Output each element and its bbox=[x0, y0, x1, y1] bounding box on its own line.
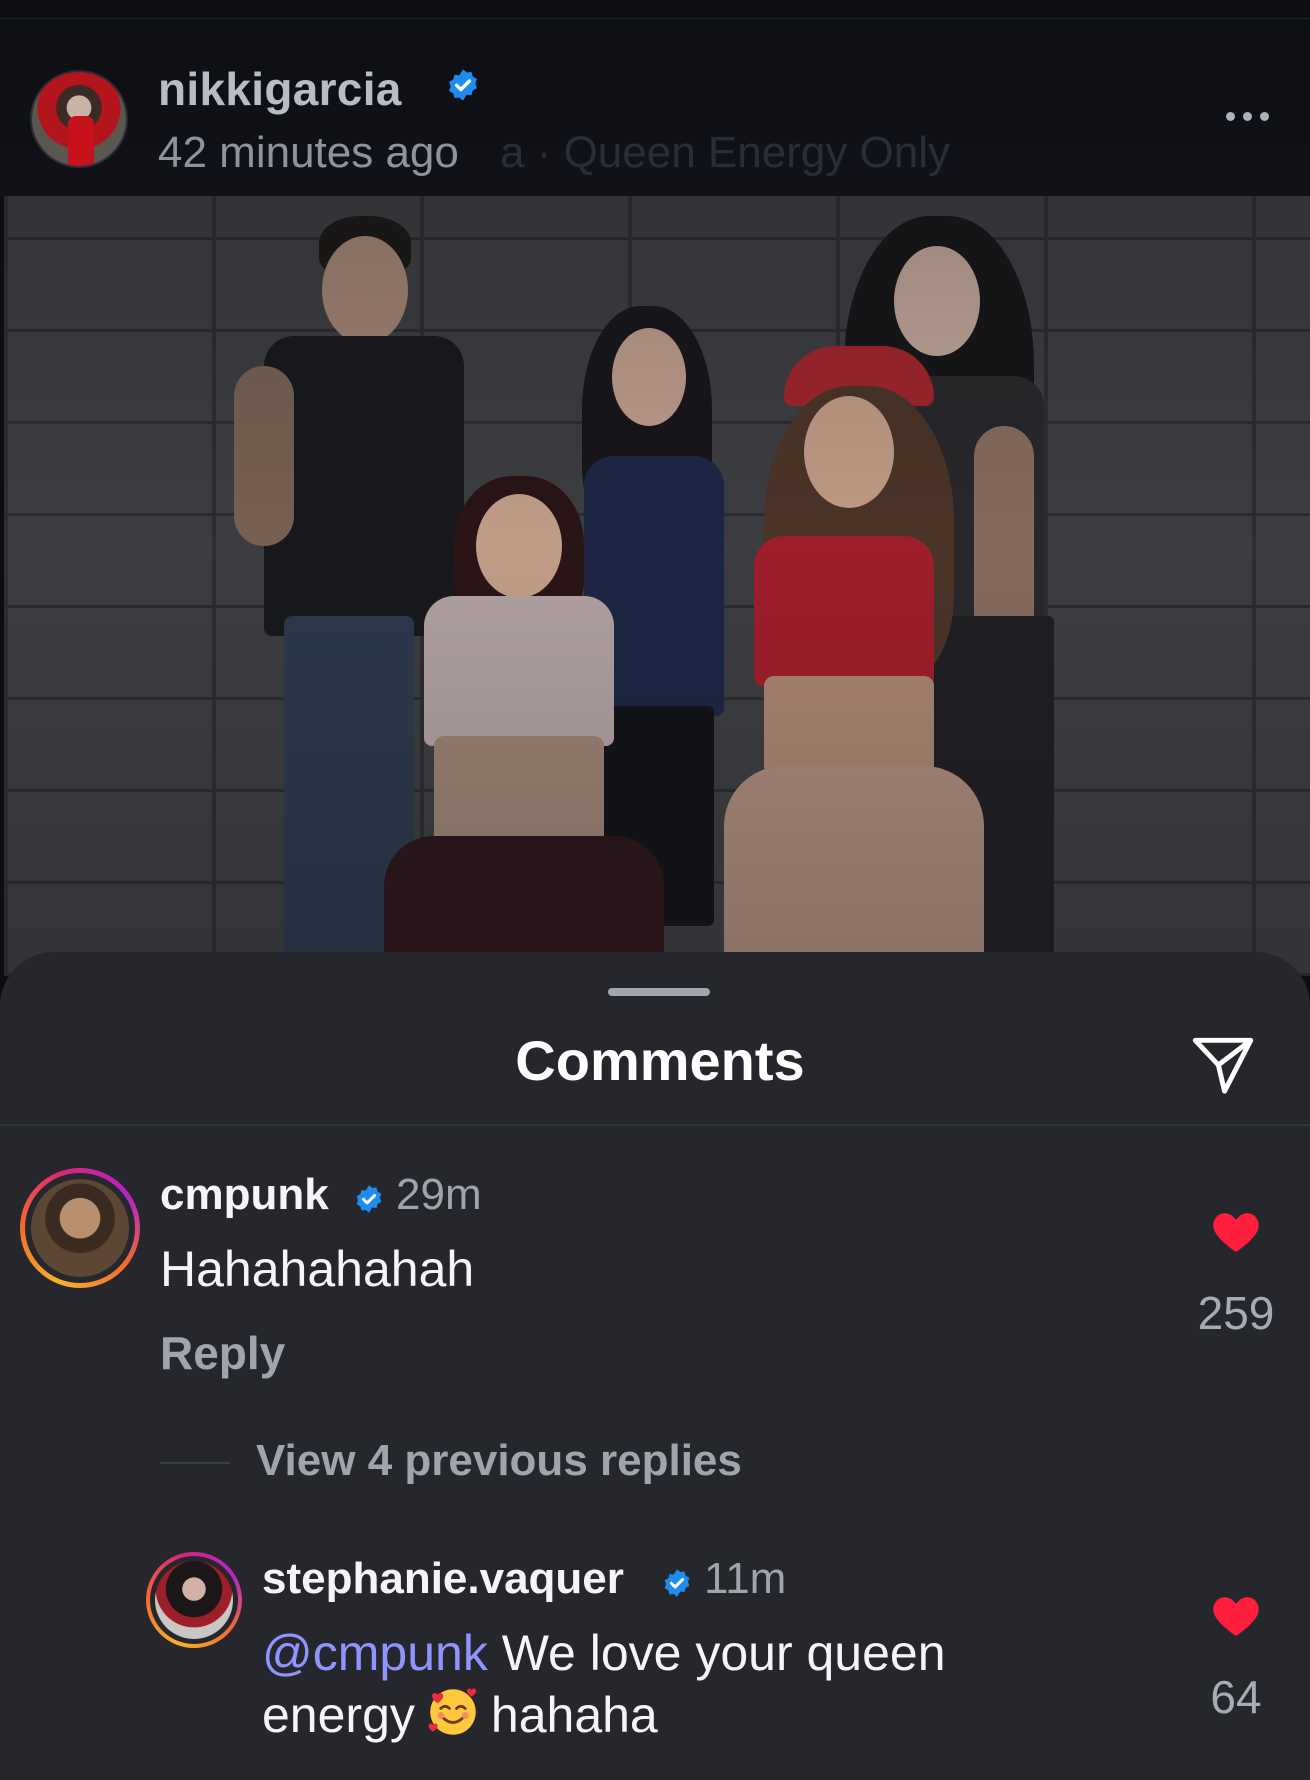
view-previous-replies-button[interactable]: View 4 previous replies bbox=[256, 1436, 742, 1486]
reply-button[interactable]: Reply bbox=[160, 1326, 285, 1380]
like-count: 259 bbox=[1197, 1287, 1275, 1339]
sheet-drag-handle[interactable] bbox=[608, 988, 710, 996]
heart-filled-icon[interactable] bbox=[1210, 1208, 1262, 1254]
like-count: 64 bbox=[1210, 1671, 1262, 1723]
status-divider bbox=[0, 18, 1310, 19]
post-author-avatar[interactable] bbox=[30, 70, 128, 168]
comment-text-line2a: energy bbox=[262, 1687, 415, 1743]
comment-username[interactable]: cmpunk bbox=[160, 1170, 329, 1220]
header-divider bbox=[0, 1124, 1310, 1126]
comments-sheet: Comments cmpunk 29m Hahahahahah Reply 25… bbox=[0, 952, 1310, 1780]
user-mention-link[interactable]: @cmpunk bbox=[262, 1625, 488, 1681]
replies-connector-line bbox=[160, 1462, 230, 1464]
verified-badge-icon bbox=[664, 1569, 690, 1597]
verified-badge-icon bbox=[448, 69, 478, 101]
commenter-avatar[interactable] bbox=[146, 1552, 242, 1648]
heart-filled-icon[interactable] bbox=[1210, 1592, 1262, 1638]
commenter-avatar[interactable] bbox=[20, 1168, 140, 1288]
verified-badge-icon bbox=[356, 1185, 382, 1213]
post-photo[interactable] bbox=[4, 196, 1310, 976]
comment-text-line2b: hahaha bbox=[490, 1687, 658, 1743]
post-header: nikkigarcia 42 minutes ago a · Queen Ene… bbox=[0, 0, 1310, 196]
comment-text-line1: We love your queen bbox=[487, 1625, 946, 1681]
post-timestamp: 42 minutes ago bbox=[158, 128, 459, 177]
comment-timestamp: 29m bbox=[396, 1170, 482, 1219]
post-author-username[interactable]: nikkigarcia bbox=[158, 62, 402, 116]
comment-timestamp: 11m bbox=[704, 1554, 787, 1603]
more-options-icon[interactable] bbox=[1226, 96, 1286, 136]
comment-username[interactable]: stephanie.vaquer bbox=[262, 1554, 624, 1604]
comment-text: @cmpunk We love your queen energy hahaha bbox=[262, 1622, 1162, 1746]
smiling-face-with-hearts-icon bbox=[428, 1688, 476, 1735]
comment-text: Hahahahahah bbox=[160, 1241, 475, 1297]
send-paper-plane-icon[interactable] bbox=[1186, 1028, 1260, 1102]
comments-title: Comments bbox=[515, 1029, 805, 1092]
post-caption-faded: a · Queen Energy Only bbox=[500, 128, 951, 177]
